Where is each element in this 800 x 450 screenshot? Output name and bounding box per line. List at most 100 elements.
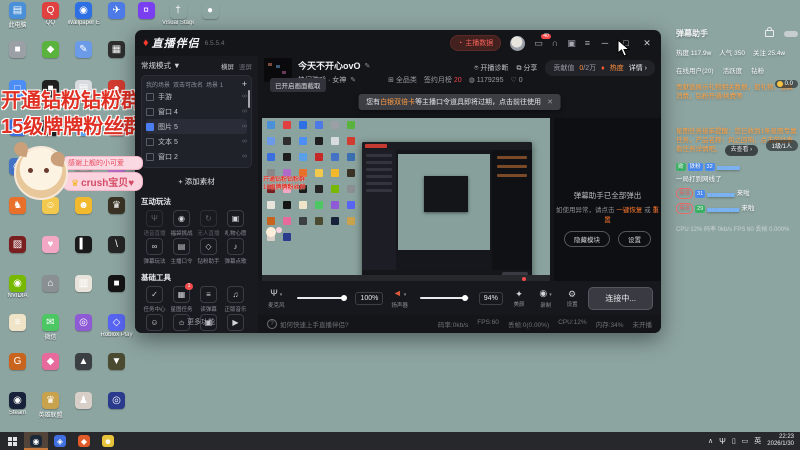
headset-icon[interactable]: ∩ bbox=[552, 38, 558, 48]
desktop-icon[interactable]: \ bbox=[100, 236, 133, 275]
chat-tab[interactable]: 活跃度 bbox=[723, 65, 743, 75]
interactive-tool[interactable]: ∞ 弹幕玩法 bbox=[141, 238, 168, 266]
desktop-icon[interactable]: ■ bbox=[1, 41, 34, 80]
taskbar-app[interactable]: ☻ bbox=[96, 432, 120, 450]
desktop-icon[interactable]: ▦ bbox=[100, 41, 133, 80]
visibility-checkbox[interactable] bbox=[146, 92, 154, 101]
lock-link-icon[interactable]: ∞ bbox=[242, 138, 247, 145]
heat-detail-link[interactable]: 详情 › bbox=[629, 63, 647, 73]
basic-tool[interactable]: ♫ 正版音乐 bbox=[222, 286, 249, 314]
record-button[interactable]: ◉ ▾ 录制 bbox=[535, 288, 556, 309]
tray-expand-icon[interactable]: ∧ bbox=[708, 437, 713, 445]
desktop-icon[interactable]: ▤ 此电脑 bbox=[1, 2, 34, 41]
desktop-icon[interactable]: ◉ Steam bbox=[1, 392, 34, 431]
stream-preview[interactable]: 开通钻粉钻粉群 15级牌牌粉丝群 bbox=[262, 118, 550, 281]
lock-link-icon[interactable]: ∞ bbox=[242, 123, 247, 130]
desktop-icon[interactable]: ✉ 微信 bbox=[34, 314, 67, 353]
desktop-icon[interactable]: ▨ bbox=[1, 236, 34, 275]
restore-link[interactable]: 一键恢复 bbox=[616, 207, 642, 214]
chat-tab[interactable]: 在线用户(20) bbox=[676, 65, 714, 75]
streamer-data-button[interactable]: ◔ 主播数据 bbox=[450, 35, 502, 51]
scene-source-row[interactable]: 文本 5 ∞ bbox=[146, 134, 247, 149]
interactive-tool[interactable]: ♪ 弹幕点歌 bbox=[222, 238, 249, 266]
desktop-icon[interactable]: ◇ Roblox Player bbox=[100, 314, 133, 353]
desktop-icon[interactable]: ♞ bbox=[1, 197, 34, 236]
speaker-control[interactable]: ◄ ▾ 扬声器 bbox=[389, 288, 410, 309]
visibility-checkbox[interactable] bbox=[146, 122, 154, 131]
microphone-slider[interactable] bbox=[296, 295, 348, 301]
microphone-volume-value[interactable]: 100% bbox=[355, 291, 384, 305]
go-view-button[interactable]: 去查看 › bbox=[724, 145, 759, 156]
desktop-icon[interactable]: ☻ bbox=[67, 197, 100, 236]
scene-source-row[interactable]: 手游 ∞ bbox=[146, 89, 247, 104]
desktop-icon[interactable]: ≡ bbox=[1, 314, 34, 353]
messages-icon[interactable]: ▭ 40 bbox=[534, 33, 551, 48]
edit-category-icon[interactable]: ✎ bbox=[350, 76, 356, 84]
diagnose-button[interactable]: ⌾ 开播诊断 bbox=[474, 63, 508, 73]
visibility-checkbox[interactable] bbox=[146, 107, 154, 116]
hide-module-button[interactable]: 隐藏模块 bbox=[564, 230, 610, 247]
basic-tool[interactable]: ▦ 1 星图任务 bbox=[168, 283, 195, 314]
desktop-icon[interactable]: ◎ bbox=[100, 392, 133, 431]
desktop-icon[interactable]: ▲ bbox=[67, 353, 100, 392]
desktop-icon[interactable]: ◆ bbox=[34, 41, 67, 80]
scene-source-row[interactable]: 窗口 2 ∞ bbox=[146, 149, 247, 164]
slider-knob[interactable] bbox=[341, 295, 348, 301]
taskbar-app[interactable]: ◈ bbox=[48, 432, 72, 450]
menu-icon[interactable]: ≡ bbox=[585, 38, 590, 48]
chat-tab[interactable]: 钻粉 bbox=[751, 65, 764, 75]
speaker-volume-value[interactable]: 94% bbox=[478, 291, 503, 305]
add-scene-button[interactable]: + bbox=[242, 79, 247, 89]
taskbar-app[interactable]: ◆ bbox=[72, 432, 96, 450]
interactive-tool[interactable]: ↻ 无人直播 bbox=[195, 210, 222, 238]
basic-tool[interactable]: ≡ 读弹幕 bbox=[195, 286, 222, 314]
desktop-icon[interactable]: ✈ bbox=[100, 2, 133, 41]
desktop-icon[interactable]: ▍ bbox=[67, 236, 100, 275]
desktop-icon[interactable]: ✎ bbox=[67, 41, 100, 80]
desktop-icon[interactable]: ▥ bbox=[67, 275, 100, 314]
lock-icon[interactable] bbox=[765, 27, 774, 37]
all-category[interactable]: ⊞ 全品类 bbox=[388, 75, 417, 85]
desktop-icon[interactable]: ■ bbox=[100, 275, 133, 314]
minimize-button[interactable]: ─ bbox=[599, 38, 611, 48]
tray-device-icon[interactable]: ▯ bbox=[732, 437, 736, 445]
panel-toggle[interactable] bbox=[784, 30, 798, 37]
tray-mic-icon[interactable]: Ψ bbox=[719, 437, 726, 446]
desktop-icon[interactable]: ♛ bbox=[100, 197, 133, 236]
desktop-icon[interactable]: G bbox=[1, 353, 34, 392]
interactive-tool[interactable]: ◇ 钻粉助手 bbox=[195, 238, 222, 266]
desktop-icon[interactable]: ◎ bbox=[67, 314, 100, 353]
desktop-icon[interactable]: ♥ bbox=[34, 236, 67, 275]
mode-selector[interactable]: 常规模式 ▼ bbox=[141, 60, 181, 71]
microphone-control[interactable]: Ψ ▾ 麦克风 bbox=[266, 288, 287, 309]
visibility-checkbox[interactable] bbox=[146, 137, 154, 146]
banner-close-icon[interactable]: ✕ bbox=[547, 98, 553, 106]
monthly-rank[interactable]: 签约月榜 20 bbox=[424, 75, 462, 85]
more-functions-button[interactable]: ··· 更多功能 bbox=[135, 317, 258, 327]
lock-link-icon[interactable]: ∞ bbox=[242, 93, 247, 100]
speaker-slider[interactable] bbox=[419, 295, 469, 301]
slider-knob[interactable] bbox=[461, 295, 468, 301]
tray-display-icon[interactable]: ▭ bbox=[742, 437, 749, 445]
desktop-icon[interactable]: ▼ bbox=[100, 353, 133, 392]
desktop-icon[interactable]: ◉ NVIDIA bbox=[1, 275, 34, 314]
connect-button[interactable]: 连接中... bbox=[588, 286, 654, 310]
landscape-toggle[interactable]: 横屏 bbox=[221, 61, 234, 71]
desktop-icon[interactable]: ♛ 英雄联盟 bbox=[34, 392, 67, 431]
input-language[interactable]: 英 bbox=[754, 436, 761, 446]
visibility-checkbox[interactable] bbox=[146, 152, 154, 161]
desktop-icon[interactable]: ◉ Wallpaper Engine bbox=[67, 2, 100, 41]
dock-settings-button[interactable]: 设置 bbox=[618, 230, 651, 247]
lock-link-icon[interactable]: ∞ bbox=[242, 153, 247, 160]
settings-button[interactable]: ⚙ 设置 bbox=[562, 289, 583, 308]
scene-source-row[interactable]: 图片 5 ∞ bbox=[146, 119, 247, 134]
props-expiring-banner[interactable]: 您有白银双倍卡等主播口令道具即将过期，点击前往使用 ✕ bbox=[358, 94, 561, 110]
desktop-icon[interactable]: ♟ bbox=[67, 392, 100, 431]
interactive-tool[interactable]: ▤ 主播口令 bbox=[168, 238, 195, 266]
mini-window-icon[interactable]: ▣ bbox=[567, 38, 576, 48]
scene-source-row[interactable]: 窗口 4 ∞ bbox=[146, 104, 247, 119]
interactive-tool[interactable]: ▣ 礼物心愿 bbox=[222, 210, 249, 238]
start-button[interactable] bbox=[0, 432, 24, 450]
interactive-tool[interactable]: Ψ 语音直播 bbox=[141, 210, 168, 238]
desktop-icon[interactable]: Q QQ bbox=[34, 2, 67, 41]
